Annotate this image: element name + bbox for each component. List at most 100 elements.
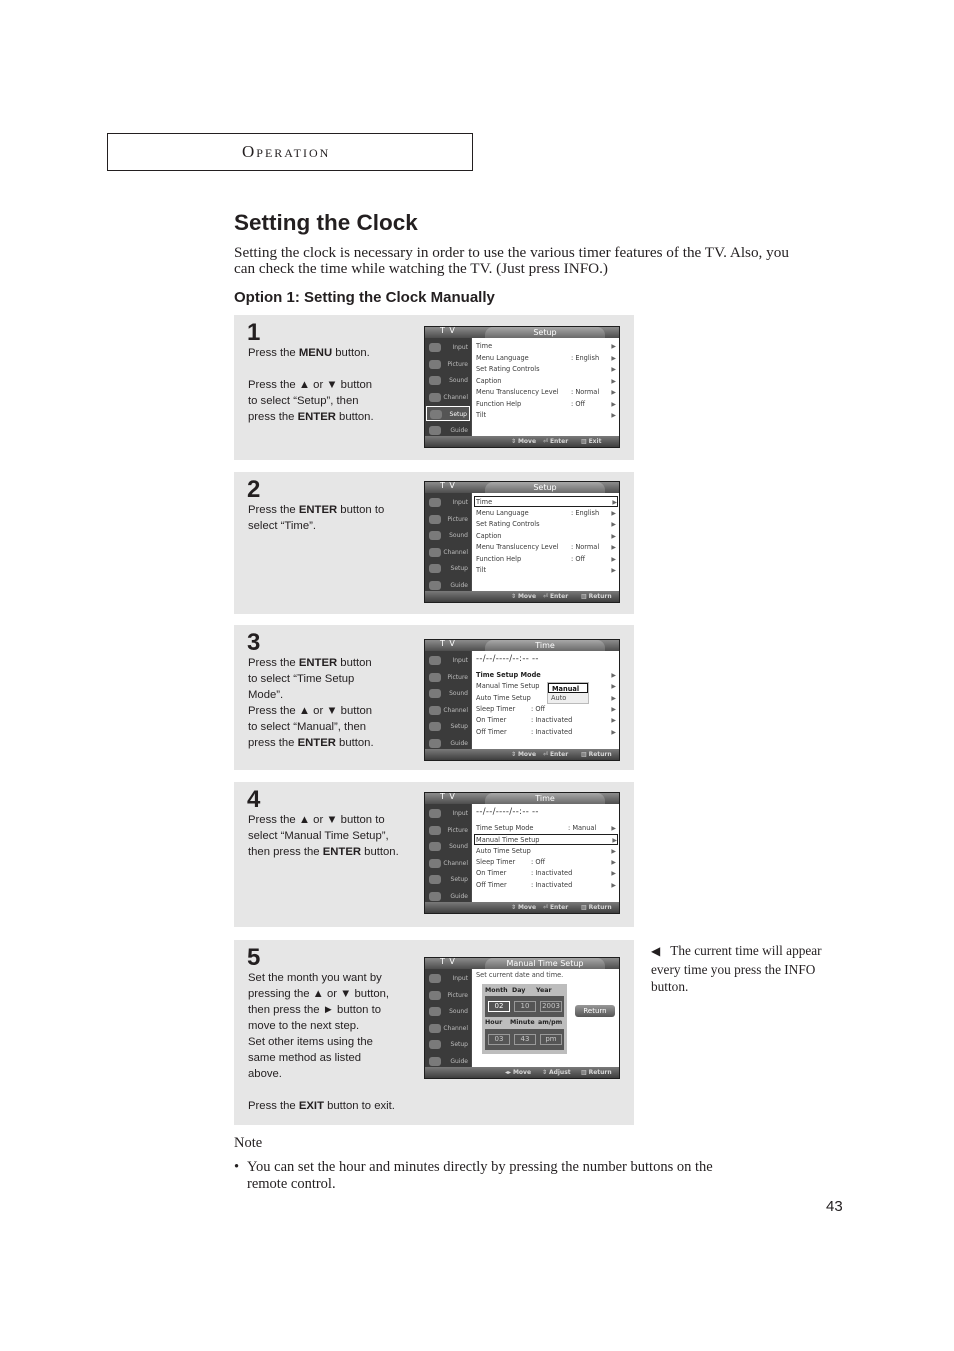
tv-menu-item: Sleep Timer: Off ▶ — [476, 704, 616, 715]
side-note: ◀ The current time will appear every time… — [651, 942, 851, 996]
tv-sidebar-label: Sound — [449, 690, 468, 697]
tv-label: T V — [440, 481, 456, 490]
tv-sidebar-item-picture: Picture — [426, 512, 470, 527]
tv-header-bar: T V Setup — [425, 327, 619, 338]
tv-sidebar-item-sound: Sound — [426, 839, 470, 854]
input-icon — [429, 974, 441, 983]
ampm-field[interactable]: pm — [540, 1034, 562, 1045]
sound-icon — [429, 1007, 441, 1016]
footer-move: ⇕ Move — [511, 751, 537, 758]
step-2: 2 Press the ENTER button to select “Time… — [234, 472, 634, 614]
section-label: Operation — [242, 142, 331, 161]
chevron-right-icon: ▶ — [611, 683, 616, 691]
step-number: 3 — [247, 629, 261, 656]
tv-sidebar: Input Picture Sound Channel Setup Guide — [425, 969, 471, 1068]
footer-return: ▥ Return — [581, 904, 612, 911]
tv-sidebar: Input Picture Sound Channel Setup Guide — [425, 493, 471, 592]
step-number: 2 — [247, 476, 261, 503]
footer-move: ◂▸ Move — [505, 1069, 532, 1076]
month-field[interactable]: 02 — [488, 1001, 510, 1012]
tv-label: T V — [440, 326, 456, 335]
tv-footer: ⇕ Move ⏎ Enter ▥ Return — [425, 591, 619, 602]
tv-menu-item-value: : Manual — [568, 824, 597, 832]
guide-icon — [429, 738, 441, 748]
chevron-right-icon: ▶ — [611, 377, 616, 385]
date-fields: 02 10 2003 — [485, 996, 564, 1017]
tv-menu-item-value: : Off — [531, 704, 546, 713]
time-fields: 03 43 pm — [485, 1029, 564, 1050]
tv-sidebar-label: Input — [452, 344, 468, 351]
tv-sidebar-item-input: Input — [426, 806, 470, 821]
minute-header: Minute — [510, 1019, 535, 1026]
tv-menu-item-value: : Normal — [571, 388, 600, 396]
tv-menu-item-value: : Off — [531, 857, 546, 866]
guide-icon — [429, 425, 441, 435]
tv-sidebar-label: Guide — [450, 1057, 468, 1065]
tv-menu-item-label: Auto Time Setup — [476, 693, 531, 702]
picture-icon — [429, 359, 441, 369]
return-button[interactable]: Return — [575, 1005, 615, 1017]
chevron-right-icon: ▶ — [612, 499, 617, 506]
tv-menu-item-label: Menu Language — [476, 353, 529, 362]
sound-icon — [429, 376, 441, 385]
tv-sidebar-label: Input — [452, 975, 468, 982]
tv-sidebar-label: Channel — [443, 548, 468, 556]
tv-menu-item-label: Caption — [476, 376, 502, 385]
picture-icon — [429, 825, 441, 835]
guide-icon — [429, 1056, 441, 1066]
tv-footer: ⇕ Move ⏎ Enter ▥ Exit — [425, 436, 619, 447]
tv-sidebar-item-picture: Picture — [426, 988, 470, 1003]
tv-menu-body: --/--/----/--:-- -- Time Setup Mode: Man… — [472, 804, 619, 903]
tv-sidebar-item-picture: Picture — [426, 357, 470, 372]
tv-sidebar-item-setup: Setup — [426, 406, 470, 421]
dropdown-option-manual: Manual — [548, 683, 588, 693]
tv-menu-item-label: Manual Time Setup — [476, 836, 540, 845]
tv-menu-item: Time Setup Mode: Manual ▶ — [476, 823, 616, 834]
sound-icon — [429, 689, 441, 698]
step-3: 3 Press the ENTER button to select “Time… — [234, 625, 634, 770]
tv-header-bar: T V Time — [425, 793, 619, 804]
step-instructions: Press the ENTER button to select “Time”. — [248, 504, 385, 532]
footer-move: ⇕ Move — [511, 904, 537, 911]
tv-menu-item-label: Off Timer — [476, 727, 507, 736]
section-header: Operation — [107, 133, 473, 171]
side-note-text: The current time will appear every time … — [651, 943, 822, 994]
tv-menu-item: Off Timer: Inactivated ▶ — [476, 727, 616, 738]
tv-sidebar-item-input: Input — [426, 340, 470, 355]
minute-field[interactable]: 43 — [514, 1034, 536, 1045]
picture-icon — [429, 990, 441, 1000]
chevron-right-icon: ▶ — [611, 544, 616, 551]
tv-sidebar-label: Sound — [449, 532, 468, 539]
tv-menu-item: Manual Time Setup ▶ — [476, 681, 616, 692]
guide-icon — [429, 580, 441, 590]
note-item-text: You can set the hour and minutes directl… — [247, 1159, 713, 1192]
tv-menu-item: Off Timer: Inactivated ▶ — [476, 880, 616, 891]
tv-menu-title: Manual Time Setup — [485, 958, 605, 969]
tv-menu-item-label: Tilt — [476, 566, 487, 574]
dropdown-option-auto: Auto — [551, 694, 567, 702]
month-header: Month — [485, 987, 508, 994]
chevron-right-icon: ▶ — [611, 412, 616, 419]
tv-sidebar-label: Sound — [449, 843, 468, 850]
tv-menu-title: Time — [485, 793, 605, 804]
tv-sidebar-label: Input — [452, 657, 468, 664]
tv-menu-item: Function Help: Off ▶ — [476, 554, 616, 565]
step-number: 4 — [247, 786, 261, 813]
clock-display: --/--/----/--:-- -- — [476, 807, 539, 817]
tv-sidebar-item-picture: Picture — [426, 670, 470, 685]
channel-icon — [429, 1023, 441, 1033]
footer-adjust: ⇕ Adjust — [542, 1069, 571, 1076]
tv-sidebar-item-channel: Channel — [426, 390, 470, 405]
tv-menu-item-value: : English — [571, 353, 600, 362]
input-icon — [429, 656, 441, 665]
tv-menu-item-label: Menu Language — [476, 508, 529, 517]
hour-field[interactable]: 03 — [488, 1034, 510, 1045]
tv-sidebar-label: Setup — [450, 1041, 468, 1048]
tv-sidebar-item-setup: Setup — [426, 561, 470, 576]
tv-menu-body: Time ▶ Menu Language: English ▶ Set Rating C… — [472, 493, 619, 592]
tv-sidebar-item-sound: Sound — [426, 373, 470, 388]
year-field[interactable]: 2003 — [540, 1001, 562, 1012]
day-field[interactable]: 10 — [514, 1001, 536, 1012]
tv-screen-setup: T V Setup Input Picture Sound Channel Setup G… — [424, 326, 620, 448]
tv-menu-item: Time Setup Mode ▶ — [476, 670, 616, 681]
